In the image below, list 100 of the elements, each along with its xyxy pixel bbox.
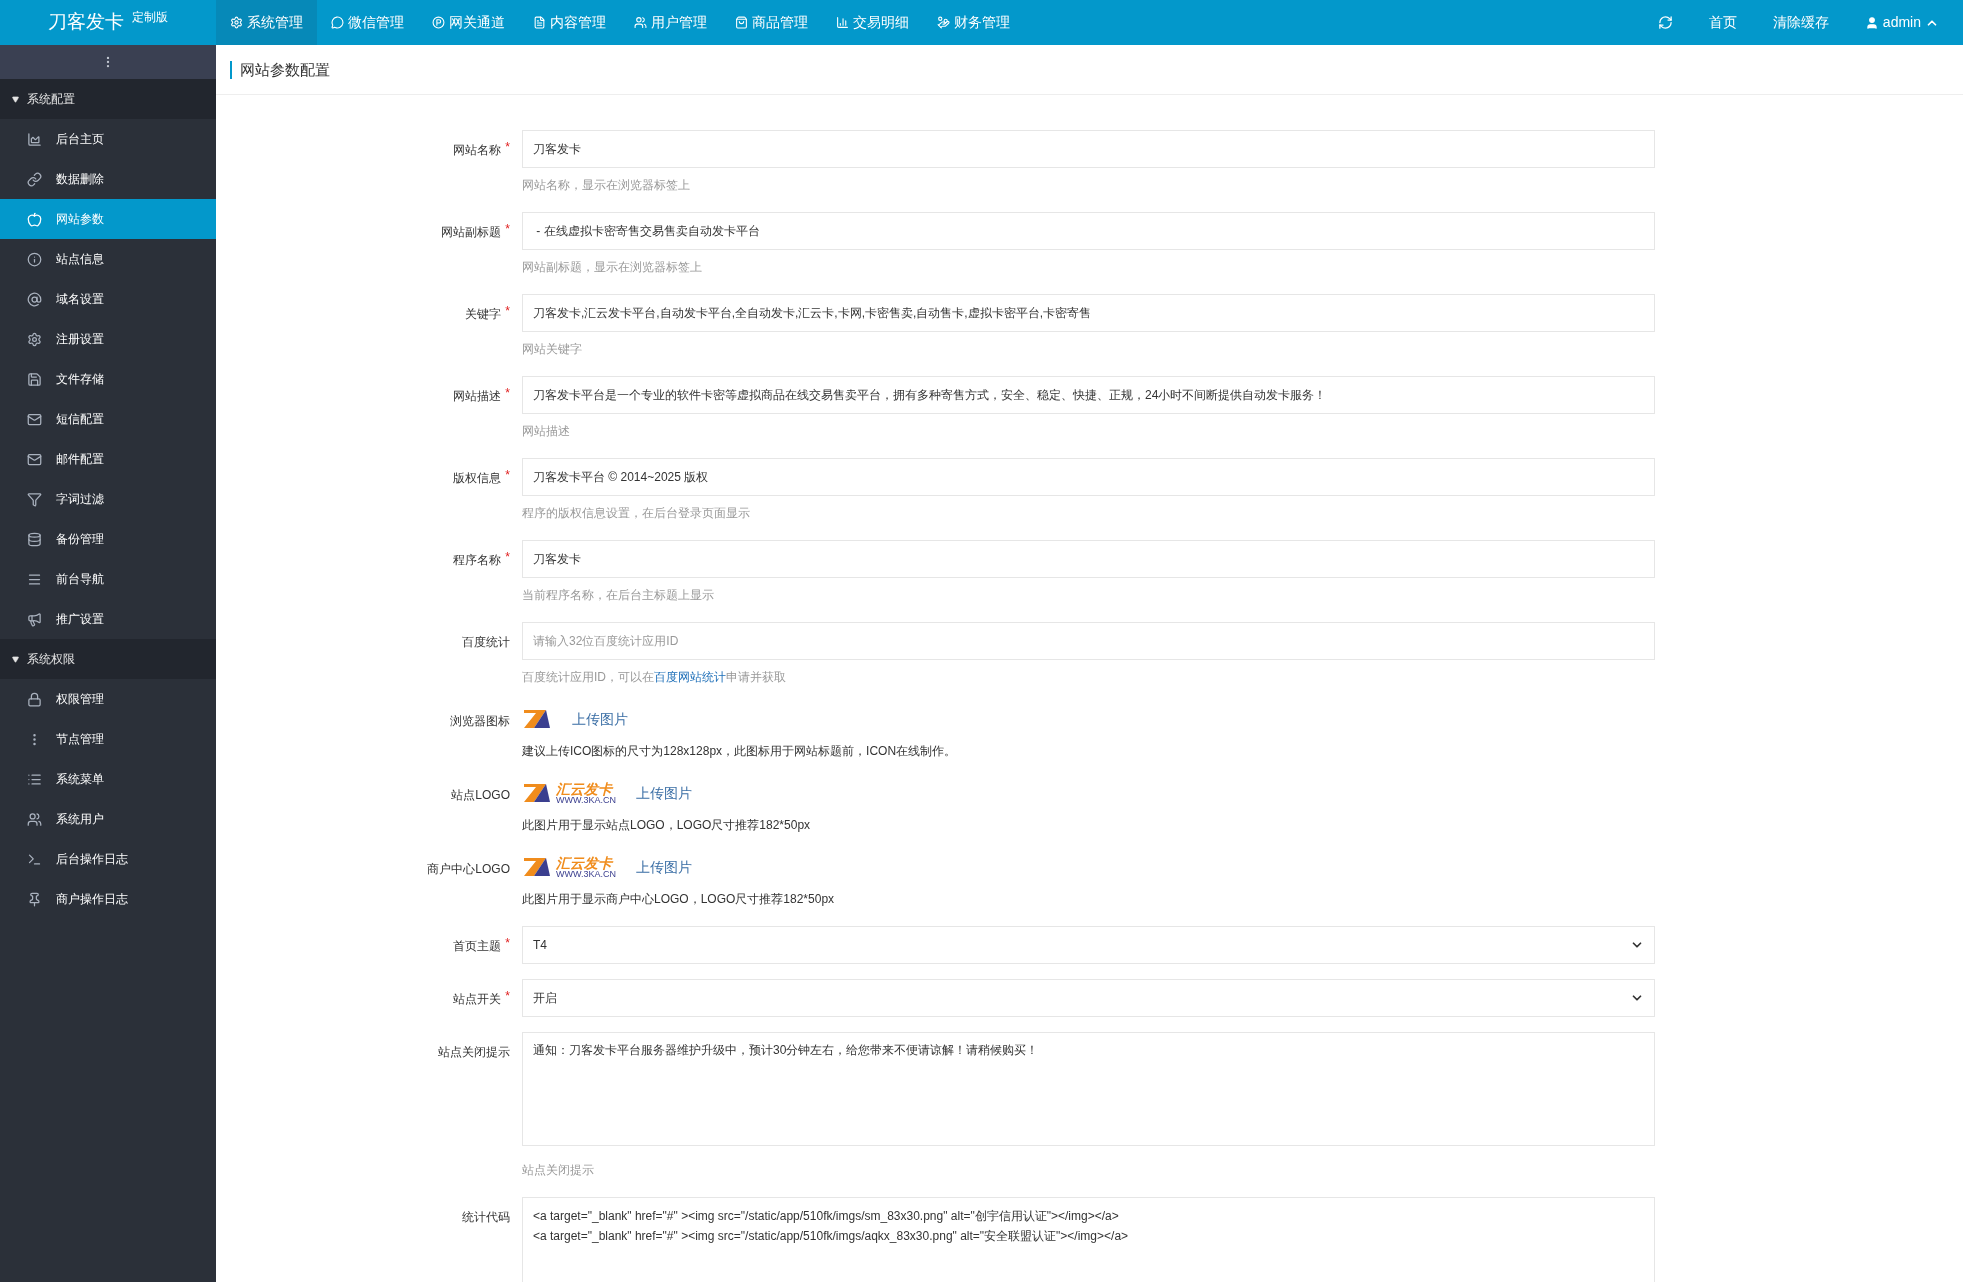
sidebar-item[interactable]: 节点管理 bbox=[0, 719, 216, 759]
text-field[interactable]: - 在线虚拟卡密寄售交易售卖自动发卡平台 bbox=[522, 212, 1655, 250]
upload-link[interactable]: 上传图片 bbox=[636, 782, 692, 804]
field-hint: 网站关键字 bbox=[522, 341, 583, 358]
field-hint: 当前程序名称，在后台主标题上显示 bbox=[522, 587, 715, 604]
sidebar-item[interactable]: 商户操作日志 bbox=[0, 879, 216, 919]
gear-icon bbox=[27, 331, 42, 347]
required-mark: * bbox=[505, 937, 510, 949]
baidu-stats-link[interactable]: 百度网站统计 bbox=[654, 670, 726, 684]
required-mark: * bbox=[505, 990, 510, 1002]
user-icon bbox=[1864, 15, 1879, 30]
sidebar-item[interactable]: 系统用户 bbox=[0, 799, 216, 839]
field-hint: 网站副标题，显示在浏览器标签上 bbox=[522, 259, 703, 276]
logo-icon bbox=[522, 856, 552, 878]
floppy-icon bbox=[27, 371, 42, 387]
at-sign-icon bbox=[27, 291, 42, 307]
select-field[interactable]: 开启 bbox=[522, 979, 1655, 1017]
text-field[interactable]: 请输入32位百度统计应用ID bbox=[522, 622, 1655, 660]
field-label: 站点LOGO bbox=[451, 787, 510, 804]
database-icon bbox=[27, 531, 42, 547]
field-label: 关键字 bbox=[465, 306, 502, 323]
logo-text: 汇云发卡 bbox=[556, 855, 615, 870]
hand-icon bbox=[937, 16, 950, 29]
sidebar-item[interactable]: 后台主页 bbox=[0, 119, 216, 159]
sidebar-item[interactable]: 权限管理 bbox=[0, 679, 216, 719]
list-icon bbox=[27, 771, 42, 787]
field-label: 浏览器图标 bbox=[450, 713, 510, 730]
logo-icon bbox=[522, 708, 552, 730]
field-label: 程序名称 bbox=[453, 552, 502, 569]
text-field[interactable]: 刀客发卡,汇云发卡平台,自动发卡平台,全自动发卡,汇云卡,卡网,卡密售卖,自动售卡,虚拟卡密平台,卡密寄售 bbox=[522, 294, 1655, 332]
lock-icon bbox=[27, 691, 42, 707]
text-field[interactable]: 刀客发卡 bbox=[522, 130, 1655, 168]
mail-icon bbox=[27, 411, 42, 427]
text-field[interactable]: 刀客发卡平台是一个专业的软件卡密等虚拟商品在线交易售卖平台，拥有多种寄售方式，安全、稳定、快捷、正规，24小时不间断提供自动发卡服务！ bbox=[522, 376, 1655, 414]
pin-icon bbox=[27, 891, 42, 907]
apple-icon bbox=[27, 211, 42, 227]
field-label: 版权信息 bbox=[453, 470, 502, 487]
text-field[interactable]: 刀客发卡平台 © 2014~2025 版权 bbox=[522, 458, 1655, 496]
code-field[interactable]: <a target="_blank" href="#" ><img src="/static/app/510fk/imgs/sm_83x30.png" alt="创宇信用认证"></img></a> <a target="_blank" href="#" ><img src="/static/app/510fk/imgs/aqkx_83x30.png" alt="安全联盟认证"></img></a> bbox=[522, 1197, 1655, 1282]
sidebar-item[interactable]: 域名设置 bbox=[0, 279, 216, 319]
sidebar-item[interactable]: 后台操作日志 bbox=[0, 839, 216, 879]
gear-icon bbox=[230, 16, 243, 29]
sidebar-item[interactable]: 备份管理 bbox=[0, 519, 216, 559]
sidebar-item[interactable]: 数据删除 bbox=[0, 159, 216, 199]
field-label: 网站副标题 bbox=[441, 224, 502, 241]
required-mark: * bbox=[505, 223, 510, 235]
caret-down-icon bbox=[12, 95, 19, 103]
document-icon bbox=[533, 16, 546, 29]
terminal-icon bbox=[27, 851, 42, 867]
field-hint: 程序的版权信息设置，在后台登录页面显示 bbox=[522, 505, 751, 522]
bag-icon bbox=[735, 16, 748, 29]
field-label: 首页主题 bbox=[453, 938, 502, 955]
field-hint: 百度统计应用ID，可以在百度网站统计申请并获取 bbox=[522, 669, 787, 686]
sidebar-item[interactable]: 推广设置 bbox=[0, 599, 216, 639]
area-chart-icon bbox=[27, 131, 42, 147]
sidebar-item[interactable]: 站点信息 bbox=[0, 239, 216, 279]
logo-icon bbox=[522, 782, 552, 804]
field-hint: 站点关闭提示 bbox=[522, 1162, 595, 1179]
sidebar-item[interactable]: 系统菜单 bbox=[0, 759, 216, 799]
sidebar-item[interactable]: 注册设置 bbox=[0, 319, 216, 359]
upload-link[interactable]: 上传图片 bbox=[636, 856, 692, 878]
required-mark: * bbox=[505, 469, 510, 481]
upload-link[interactable]: 上传图片 bbox=[572, 708, 628, 730]
brand-name: 刀客发卡 bbox=[48, 10, 124, 34]
field-hint: 此图片用于显示商户中心LOGO，LOGO尺寸推荐182*50px bbox=[522, 891, 836, 908]
link-icon bbox=[27, 171, 42, 187]
select-field[interactable]: T4 bbox=[522, 926, 1655, 964]
page-title: 网站参数配置 bbox=[230, 60, 330, 79]
filter-icon bbox=[27, 491, 42, 507]
sidebar-item[interactable]: 字词过滤 bbox=[0, 479, 216, 519]
field-hint: 此图片用于显示站点LOGO，LOGO尺寸推荐182*50px bbox=[522, 817, 812, 834]
logo-url: WWW.3KA.CN bbox=[556, 795, 616, 805]
menu-icon bbox=[27, 571, 42, 587]
sidebar-item[interactable]: 前台导航 bbox=[0, 559, 216, 599]
nav-tab[interactable]: 系统管理 bbox=[216, 0, 317, 45]
logo-url: WWW.3KA.CN bbox=[556, 869, 616, 879]
field-hint: 网站描述 bbox=[522, 423, 571, 440]
field-hint: 网站名称，显示在浏览器标签上 bbox=[522, 177, 691, 194]
megaphone-icon bbox=[27, 611, 42, 627]
refresh-icon[interactable] bbox=[1657, 15, 1673, 30]
logo-text: 汇云发卡 bbox=[556, 781, 615, 796]
field-label: 站点关闭提示 bbox=[438, 1044, 510, 1061]
sidebar-item[interactable]: 文件存储 bbox=[0, 359, 216, 399]
required-mark: * bbox=[505, 305, 510, 317]
section-header[interactable]: 系统权限 bbox=[0, 639, 216, 679]
chat-icon bbox=[331, 16, 344, 29]
required-mark: * bbox=[505, 141, 510, 153]
edition-label: 定制版 bbox=[132, 9, 168, 26]
users-icon bbox=[27, 811, 42, 827]
field-hint: 建议上传ICO图标的尺寸为128x128px，此图标用于网站标题前，ICON在线制作。 bbox=[522, 743, 958, 760]
field-label: 网站名称 bbox=[453, 142, 502, 159]
field-label: 商户中心LOGO bbox=[427, 861, 510, 878]
section-header[interactable]: 系统配置 bbox=[0, 79, 216, 119]
required-mark: * bbox=[505, 387, 510, 399]
users-icon bbox=[634, 16, 647, 29]
sidebar-item[interactable]: 邮件配置 bbox=[0, 439, 216, 479]
text-field[interactable]: 刀客发卡 bbox=[522, 540, 1655, 578]
textarea-field[interactable]: 通知：刀客发卡平台服务器维护升级中，预计30分钟左右，给您带来不便请谅解！请稍候购买！ bbox=[522, 1032, 1655, 1146]
required-mark: * bbox=[505, 551, 510, 563]
sidebar-item[interactable]: 短信配置 bbox=[0, 399, 216, 439]
